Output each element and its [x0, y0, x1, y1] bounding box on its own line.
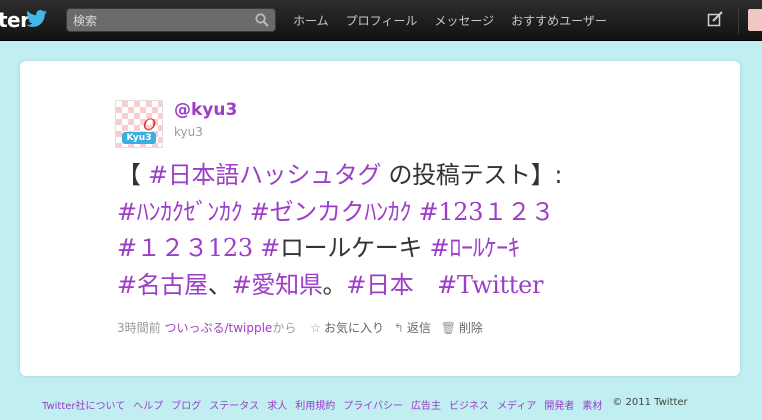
- search-icon[interactable]: [255, 13, 269, 27]
- footer-link-advertisers[interactable]: 広告主: [411, 397, 441, 412]
- footer-link-help[interactable]: ヘルプ: [133, 397, 163, 412]
- tweet-username[interactable]: @kyu3: [174, 100, 237, 120]
- footer-link-terms[interactable]: 利用規約: [295, 397, 335, 412]
- hashtag-link[interactable]: #日本: [346, 271, 414, 299]
- hashtag-link[interactable]: #１２３123: [117, 234, 253, 262]
- footer-link-status[interactable]: ステータス: [209, 397, 259, 412]
- source-suffix: から: [272, 321, 297, 335]
- top-bar: ter ホーム プロフィール メッセージ おすすめユーザー: [0, 0, 762, 41]
- hashtag-link[interactable]: #日本語ハッシュタグ: [148, 161, 381, 189]
- footer-link-privacy[interactable]: プライバシー: [343, 397, 403, 412]
- footer-link-jobs[interactable]: 求人: [267, 397, 287, 412]
- tweet-timestamp[interactable]: 3時間前: [117, 321, 161, 335]
- footer-link-business[interactable]: ビジネス: [449, 397, 489, 412]
- favorite-label: お気に入り: [323, 321, 384, 335]
- nav-messages[interactable]: メッセージ: [434, 12, 494, 29]
- footer-link-about[interactable]: Twitter社について: [42, 397, 125, 412]
- tweet-meta: 3時間前 ついっぷる/twippleから ☆ お気に入り ↰ 返信 🗑 削除: [117, 319, 483, 336]
- trash-icon: 🗑: [440, 321, 456, 335]
- footer-link-media[interactable]: メディア: [497, 397, 536, 412]
- user-avatar[interactable]: O Kyu3: [115, 100, 163, 148]
- copyright: © 2011 Twitter: [612, 397, 688, 408]
- nav-home[interactable]: ホーム: [293, 12, 329, 29]
- tweet-line: #１２３123 #ロールケーキ #ﾛｰﾙｹｰｷ: [117, 230, 717, 267]
- avatar-badge: Kyu3: [122, 132, 156, 144]
- footer-link-resources[interactable]: 素材: [582, 397, 602, 412]
- search-input[interactable]: [71, 11, 251, 31]
- nav-recommended-users[interactable]: おすすめユーザー: [511, 12, 607, 29]
- tweet-text-segment: の投稿テスト】:: [381, 161, 563, 189]
- nav-profile[interactable]: プロフィール: [346, 12, 418, 29]
- tweet-text: 【 #日本語ハッシュタグ の投稿テスト】: #ﾊﾝｶｸｾﾞﾝｶｸ #ゼンカクﾊﾝｶ…: [117, 157, 717, 303]
- tweet-text-segment: 【: [117, 161, 149, 189]
- footer-link-blog[interactable]: ブログ: [171, 397, 201, 412]
- tweet-line: #ﾊﾝｶｸｾﾞﾝｶｸ #ゼンカクﾊﾝｶｸ #123１２３: [117, 194, 717, 231]
- star-icon: ☆: [310, 321, 321, 335]
- tweet-card: O Kyu3 @kyu3 kyu3 【 #日本語ハッシュタグ の投稿テスト】: #…: [20, 61, 740, 376]
- tweet-text-segment: [242, 198, 249, 226]
- tweet-text-segment: 。: [322, 270, 347, 299]
- tweet-source[interactable]: ついっぷる/twipple: [164, 321, 272, 335]
- compose-tweet-icon[interactable]: [707, 11, 723, 27]
- tweet-line: 【 #日本語ハッシュタグ の投稿テスト】:: [117, 157, 717, 194]
- hashtag-link[interactable]: #ゼンカクﾊﾝｶｸ: [250, 198, 412, 226]
- hashtag-link[interactable]: #ﾊﾝｶｸｾﾞﾝｶｸ: [117, 198, 243, 226]
- hashtag-link[interactable]: #Twitter: [437, 271, 543, 299]
- footer-link-developers[interactable]: 開発者: [544, 397, 574, 412]
- hashtag-link[interactable]: #123１２３: [419, 198, 555, 226]
- main-nav: ホーム プロフィール メッセージ おすすめユーザー: [293, 12, 624, 29]
- tweet-realname: kyu3: [174, 125, 203, 139]
- footer: Twitter社について ヘルプ ブログ ステータス 求人 利用規約 プライバシ…: [42, 397, 688, 412]
- search-box: [66, 8, 276, 32]
- hashtag-link[interactable]: #名古屋: [117, 271, 208, 299]
- delete-label: 削除: [458, 321, 483, 335]
- tweet-text-segment: 、: [207, 270, 232, 299]
- tweet-text-segment: [411, 198, 418, 226]
- account-avatar[interactable]: [748, 9, 762, 31]
- tweet-text-segment: [413, 271, 437, 299]
- tweet-line: #名古屋、#愛知県。#日本 #Twitter: [117, 267, 717, 304]
- reply-button[interactable]: ↰ 返信: [394, 321, 431, 335]
- hashtag-link[interactable]: #ﾛｰﾙｹｰｷ: [430, 234, 520, 262]
- reply-arrow-icon: ↰: [393, 321, 404, 335]
- tweet-text-segment: ロールケーキ: [279, 234, 430, 262]
- reply-label: 返信: [406, 321, 431, 335]
- twitter-bird-icon[interactable]: [26, 10, 48, 28]
- hashtag-link[interactable]: #: [260, 234, 280, 262]
- favorite-button[interactable]: ☆ お気に入り: [310, 321, 384, 335]
- delete-button[interactable]: 🗑 削除: [441, 321, 483, 335]
- header-divider: [738, 6, 739, 34]
- hashtag-link[interactable]: #愛知県: [232, 271, 323, 299]
